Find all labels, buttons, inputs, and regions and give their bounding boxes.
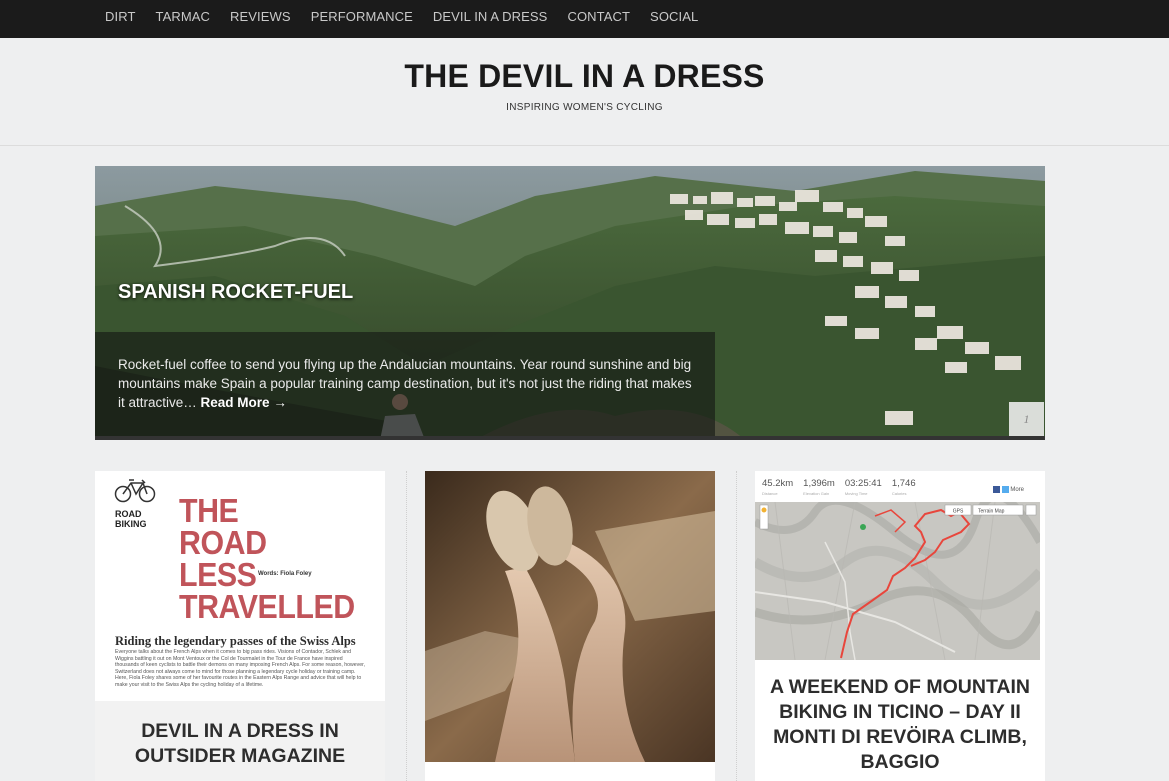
magazine-headline-line: THE xyxy=(179,492,239,529)
gps-button: GPS xyxy=(953,509,964,515)
terrain-map[interactable]: GPS Terrain Map xyxy=(755,502,1040,660)
bicycle-icon xyxy=(114,479,156,503)
magazine-byline: Words: Fiola Foley xyxy=(258,571,312,577)
legs-photo[interactable] xyxy=(425,471,715,762)
share-buttons[interactable]: More xyxy=(993,486,1024,493)
magazine-headline: THE ROAD LESS TRAVELLED xyxy=(179,492,355,625)
site-tagline: INSPIRING WOMEN'S CYCLING xyxy=(506,102,663,113)
slide-number-button[interactable]: 1 xyxy=(1009,402,1044,436)
nav-item-devil-in-a-dress[interactable]: DEVIL IN A DRESS xyxy=(433,9,548,24)
more-share-label[interactable]: More xyxy=(1010,487,1024,493)
route-map-image[interactable]: 45.2km Distance 1,396m Elevation Gain 03… xyxy=(755,471,1045,660)
nav-item-contact[interactable]: CONTACT xyxy=(567,9,630,24)
post-card-outsider-magazine[interactable]: ROAD BIKING THE ROAD LESS TRAVELLED Word… xyxy=(95,471,385,781)
facebook-icon[interactable] xyxy=(993,486,1000,493)
top-navigation: DIRT TARMAC REVIEWS PERFORMANCE DEVIL IN… xyxy=(0,0,1169,38)
twitter-icon[interactable] xyxy=(1001,486,1009,493)
nav-item-performance[interactable]: PERFORMANCE xyxy=(311,9,413,24)
stat-value: 1,746 xyxy=(891,478,916,489)
post-card-photo[interactable] xyxy=(425,471,715,762)
map-type-select: Terrain Map xyxy=(978,509,1005,515)
stat-label: Moving Time xyxy=(844,491,868,496)
site-header: THE DEVIL IN A DRESS INSPIRING WOMEN'S C… xyxy=(0,38,1169,146)
read-more-link[interactable]: Read More → xyxy=(201,395,287,410)
stat-label: Calories xyxy=(891,491,907,496)
stat-value: 1,396m xyxy=(803,478,835,489)
hero-excerpt-box: Rocket-fuel coffee to send you flying up… xyxy=(95,332,715,436)
magazine-headline-line: ROAD xyxy=(179,524,267,561)
magazine-body-text: Everyone talks about the French Alps whe… xyxy=(115,649,365,688)
stat-value: 03:25:41 xyxy=(844,478,882,489)
stat-label: Distance xyxy=(762,491,778,496)
card-footer xyxy=(425,762,715,781)
featured-slider[interactable]: SPANISH ROCKET-FUEL Rocket-fuel coffee t… xyxy=(95,166,1045,440)
hero-title[interactable]: SPANISH ROCKET-FUEL xyxy=(118,281,353,304)
magazine-page-image[interactable]: ROAD BIKING THE ROAD LESS TRAVELLED Word… xyxy=(95,471,385,701)
magazine-subheading: Riding the legendary passes of the Swiss… xyxy=(115,634,356,648)
nav-item-social[interactable]: SOCIAL xyxy=(650,9,698,24)
column-divider xyxy=(736,471,737,781)
site-title[interactable]: THE DEVIL IN A DRESS xyxy=(0,58,1169,95)
route-stat: 03:25:41 Moving Time xyxy=(845,478,882,496)
post-title[interactable]: A WEEKEND OF MOUNTAIN BIKING IN TICINO –… xyxy=(755,675,1045,775)
route-stat: 1,746 Calories xyxy=(892,478,916,496)
stat-value: 45.2km xyxy=(762,478,794,489)
stat-label: Elevation Gain xyxy=(803,491,830,496)
magazine-headline-line: TRAVELLED xyxy=(179,588,355,625)
nav-item-dirt[interactable]: DIRT xyxy=(105,9,136,24)
nav-item-reviews[interactable]: REVIEWS xyxy=(230,9,291,24)
route-stat: 1,396m Elevation Gain xyxy=(803,478,835,496)
magazine-section-label: ROAD BIKING xyxy=(115,509,147,529)
nav-item-tarmac[interactable]: TARMAC xyxy=(156,9,211,24)
route-stat: 45.2km Distance xyxy=(762,478,793,496)
post-card-ticino[interactable]: 45.2km Distance 1,396m Elevation Gain 03… xyxy=(755,471,1045,781)
route-stats: 45.2km Distance 1,396m Elevation Gain 03… xyxy=(762,478,916,496)
slider-progress-bar xyxy=(95,436,1045,440)
post-title[interactable]: DEVIL IN A DRESS IN OUTSIDER MAGAZINE xyxy=(95,701,385,781)
nav-menu: DIRT TARMAC REVIEWS PERFORMANCE DEVIL IN… xyxy=(0,0,1169,32)
column-divider xyxy=(406,471,407,781)
